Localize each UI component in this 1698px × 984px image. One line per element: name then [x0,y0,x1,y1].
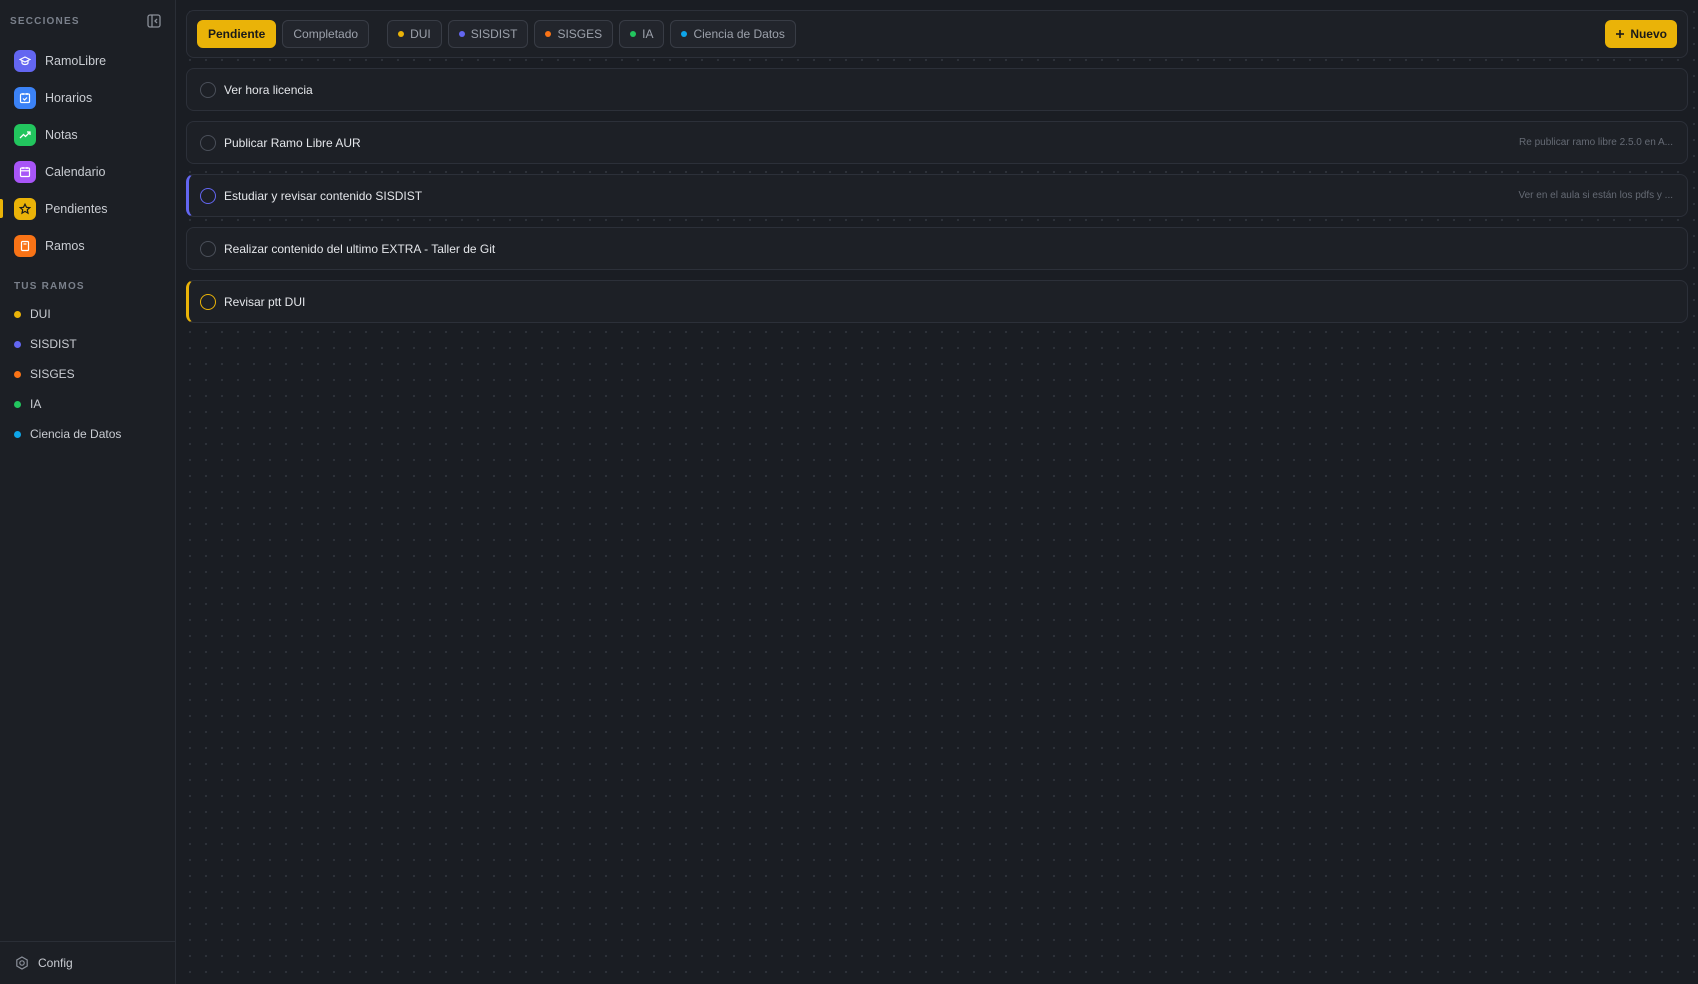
tab-completado[interactable]: Completado [282,20,370,48]
task-checkbox[interactable] [200,134,216,151]
new-task-label: Nuevo [1630,27,1667,41]
task-description: Re publicar ramo libre 2.5.0 en A... [1519,137,1673,148]
filter-dot [398,31,405,37]
filter-toolbar: Pendiente Completado DUI SISDIST SISGES … [186,10,1688,58]
ramo-item-ciencia-de-datos[interactable]: Ciencia de Datos [0,419,175,449]
filter-label: SISDIST [470,27,518,41]
filter-label: DUI [410,27,431,41]
ramo-item-sisdist[interactable]: SISDIST [0,329,175,359]
task-checkbox[interactable] [200,293,216,310]
ramo-label: IA [30,397,42,411]
nav-item-notas[interactable]: Notas [8,116,167,153]
task-title: Publicar Ramo Libre AUR [224,135,361,150]
collapse-sidebar-button[interactable] [146,13,162,29]
ico-bg-ramolibre [14,49,36,72]
ico-bg-horarios [14,86,36,109]
task-title: Estudiar y revisar contenido SISDIST [224,188,423,203]
ramo-item-sisges[interactable]: SISGES [0,359,175,389]
tus-ramos-label: TUS RAMOS [14,281,85,292]
config-button[interactable]: Config [0,941,175,984]
task-title: Realizar contenido del ultimo EXTRA - Ta… [224,241,496,256]
filter-label: SISGES [557,27,603,41]
filter-dui[interactable]: DUI [387,20,442,48]
ramo-label: DUI [30,307,51,321]
graduation-cap-icon [19,55,31,65]
filter-dot [681,31,688,37]
ramo-dot [14,430,21,438]
task-row[interactable]: Revisar ptt DUI [186,280,1688,323]
main-content: Pendiente Completado DUI SISDIST SISGES … [176,0,1698,984]
sidebar-collapse-icon [147,14,161,28]
task-checkbox[interactable] [200,81,216,98]
nav-label: Calendario [45,164,106,179]
task-description: Ver en el aula si están los pdfs y ... [1518,190,1673,201]
task-title: Ver hora licencia [224,82,313,97]
star-icon [19,202,31,214]
ico-bg-ramos [14,234,36,257]
filter-ciencia-de-datos[interactable]: Ciencia de Datos [670,20,796,48]
ramo-label: Ciencia de Datos [30,427,122,441]
filter-dot [545,31,552,37]
plus-icon [1616,30,1625,38]
trending-up-icon [19,130,31,138]
ramos-list: DUI SISDIST SISGES IA Ciencia de Datos [0,299,175,449]
nav-item-horarios[interactable]: Horarios [8,79,167,116]
filter-label: IA [642,27,654,41]
task-row[interactable]: Realizar contenido del ultimo EXTRA - Ta… [186,227,1688,270]
ramo-dot [14,370,21,378]
ico-bg-notas [14,123,36,146]
app-root: SECCIONES RamoLibre Horarios Notas Calen… [0,0,1698,984]
filter-dot [630,31,637,37]
sidebar: SECCIONES RamoLibre Horarios Notas Calen… [0,0,176,984]
filter-dot [458,31,465,37]
filter-label: Ciencia de Datos [693,27,785,41]
sidebar-header: SECCIONES [0,0,175,42]
task-row[interactable]: Publicar Ramo Libre AUR Re publicar ramo… [186,121,1688,164]
filter-sisdist[interactable]: SISDIST [447,20,529,48]
task-checkbox[interactable] [200,240,216,257]
nav-label: Notas [45,127,78,142]
task-row[interactable]: Ver hora licencia [186,68,1688,111]
ramo-item-dui[interactable]: DUI [0,299,175,329]
ramo-dot [14,400,21,408]
ramo-dot [14,310,21,318]
task-title: Revisar ptt DUI [224,294,306,309]
book-icon [20,240,30,251]
sections-nav: RamoLibre Horarios Notas Calendario Pend… [0,42,175,264]
config-label: Config [38,956,73,970]
ramo-dot [14,340,21,348]
ico-bg-pendientes [14,197,36,220]
task-list: Ver hora licencia Publicar Ramo Libre AU… [186,68,1688,323]
nav-item-ramolibre[interactable]: RamoLibre [8,42,167,79]
nav-label: Pendientes [45,201,108,216]
nav-item-calendario[interactable]: Calendario [8,153,167,190]
calendar-icon [19,166,31,177]
filter-ia[interactable]: IA [619,20,665,48]
nav-label: Ramos [45,238,85,253]
filter-sisges[interactable]: SISGES [534,20,614,48]
new-task-button[interactable]: Nuevo [1605,20,1677,48]
settings-icon [16,956,28,970]
nav-item-pendientes[interactable]: Pendientes [0,190,167,227]
ramo-label: SISGES [30,367,75,381]
ramo-label: SISDIST [30,337,77,351]
task-checkbox[interactable] [200,187,216,204]
tab-pendiente[interactable]: Pendiente [197,20,277,48]
calendar-check-icon [19,92,31,103]
sections-label: SECCIONES [10,15,80,27]
ico-bg-calendario [14,160,36,183]
nav-item-ramos[interactable]: Ramos [8,227,167,264]
ramo-item-ia[interactable]: IA [0,389,175,419]
task-row[interactable]: Estudiar y revisar contenido SISDIST Ver… [186,174,1688,217]
nav-label: Horarios [45,90,93,105]
nav-label: RamoLibre [45,53,107,68]
